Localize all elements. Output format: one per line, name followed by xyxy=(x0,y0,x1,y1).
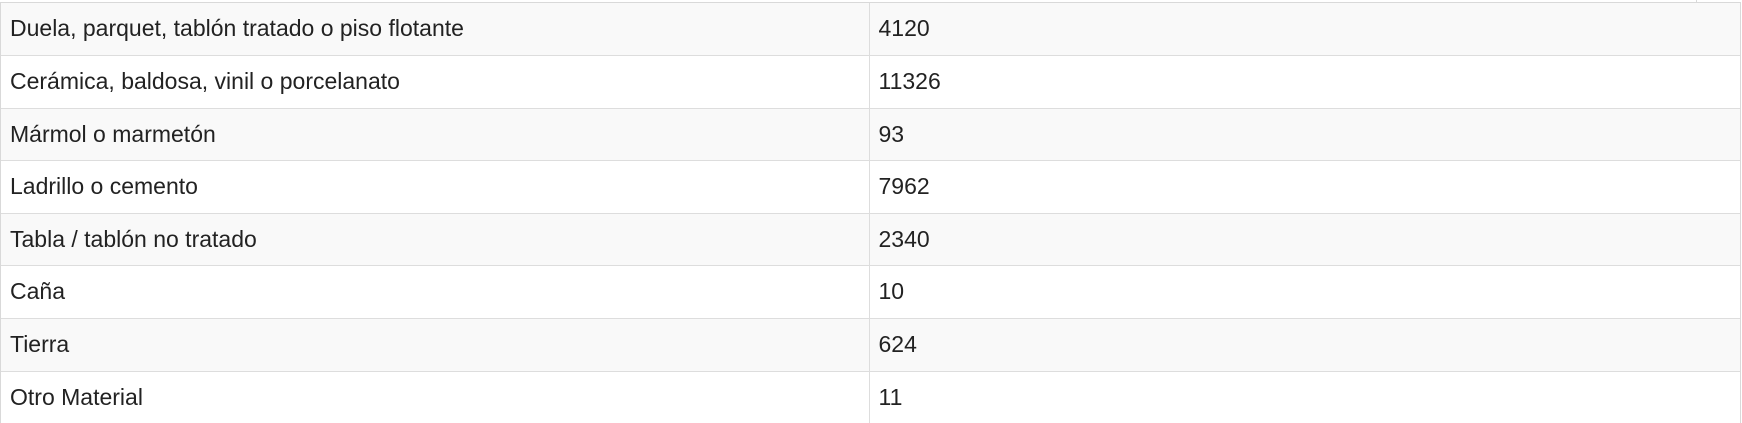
material-count: 10 xyxy=(868,265,1740,320)
data-table-container: Duela, parquet, tablón tratado o piso fl… xyxy=(0,2,1741,423)
table-row: Duela, parquet, tablón tratado o piso fl… xyxy=(1,3,1740,57)
material-count: 11326 xyxy=(868,55,1740,109)
table-row: Cerámica, baldosa, vinil o porcelanato 1… xyxy=(1,55,1740,109)
table-row: Tabla / tablón no tratado 2340 xyxy=(1,213,1740,267)
material-label: Ladrillo o cemento xyxy=(1,160,869,214)
material-count: 93 xyxy=(868,108,1740,162)
material-label: Caña xyxy=(1,265,869,320)
material-label: Tabla / tablón no tratado xyxy=(1,213,869,267)
material-count: 7962 xyxy=(868,160,1740,214)
material-label: Cerámica, baldosa, vinil o porcelanato xyxy=(1,55,869,109)
material-count: 4120 xyxy=(868,3,1740,57)
table-row: Caña 10 xyxy=(1,265,1740,320)
material-count: 11 xyxy=(868,371,1740,423)
flooring-material-table: Duela, parquet, tablón tratado o piso fl… xyxy=(1,3,1740,423)
material-label: Tierra xyxy=(1,318,869,372)
table-row: Mármol o marmetón 93 xyxy=(1,108,1740,162)
material-count: 2340 xyxy=(868,213,1740,267)
page-viewport: Duela, parquet, tablón tratado o piso fl… xyxy=(0,0,1742,423)
table-row: Otro Material 11 xyxy=(1,371,1740,423)
material-label: Duela, parquet, tablón tratado o piso fl… xyxy=(1,3,869,57)
material-count: 624 xyxy=(868,318,1740,372)
material-label: Otro Material xyxy=(1,371,869,423)
material-label: Mármol o marmetón xyxy=(1,108,869,162)
table-row: Tierra 624 xyxy=(1,318,1740,372)
table-row: Ladrillo o cemento 7962 xyxy=(1,160,1740,214)
